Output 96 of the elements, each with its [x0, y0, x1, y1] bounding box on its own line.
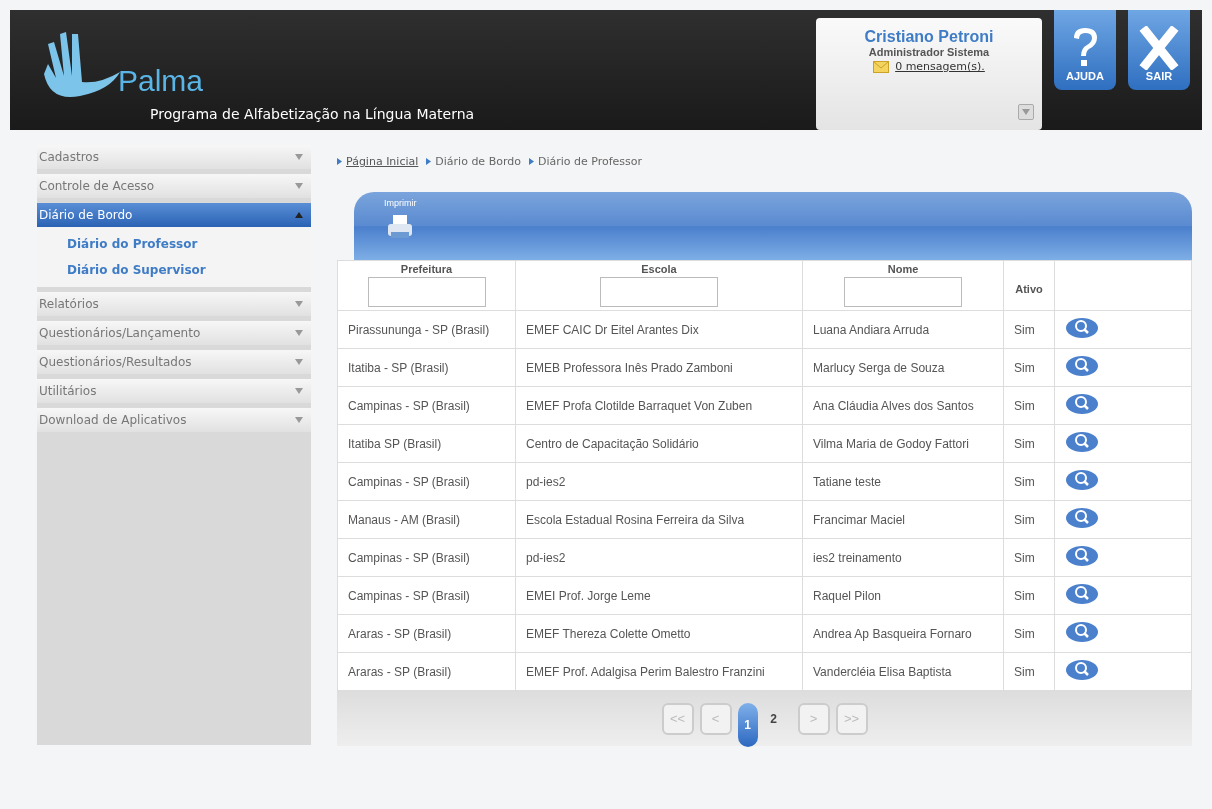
expand-arrow-icon [295, 154, 303, 160]
bullet-arrow-icon [337, 158, 342, 165]
table-cell: Sim [1003, 348, 1055, 387]
user-name: Cristiano Petroni [864, 28, 994, 46]
table-cell: EMEB Professora Inês Prado Zamboni [515, 348, 803, 387]
menu-item[interactable]: Cadastros [37, 145, 311, 169]
filter-field[interactable] [367, 277, 486, 307]
table-cell: Sim [1003, 462, 1055, 501]
search-button-icon[interactable] [1065, 507, 1099, 529]
table-cell: Campinas - SP (Brasil) [337, 386, 516, 425]
expand-arrow-icon [1022, 109, 1030, 115]
table-cell: Campinas - SP (Brasil) [337, 576, 516, 615]
search-button-icon[interactable] [1065, 317, 1099, 339]
column-header: Nome [802, 260, 1004, 311]
expand-arrow-icon [295, 388, 303, 394]
table-cell: Andrea Ap Basqueira Fornaro [802, 614, 1004, 653]
table-cell: Tatiane teste [802, 462, 1004, 501]
menu-item[interactable]: Questionários/Lançamento [37, 321, 311, 345]
printer-icon [387, 214, 414, 240]
search-button-icon[interactable] [1065, 659, 1099, 681]
breadcrumb-text: Diário de Professor [537, 155, 643, 168]
breadcrumb-link[interactable]: Página Inicial [346, 155, 419, 168]
search-button-icon[interactable] [1065, 621, 1099, 643]
submenu-item[interactable]: Diário do Supervisor [37, 257, 311, 283]
menu-item[interactable]: Controle de Acesso [37, 174, 311, 198]
table-cell: Itatiba SP (Brasil) [337, 424, 516, 463]
menu-item[interactable]: Relatórios [37, 292, 311, 316]
user-role: Administrador Sistema [868, 46, 990, 58]
table-cell: Itatiba - SP (Brasil) [337, 348, 516, 387]
expand-arrow-icon [295, 183, 303, 189]
table-cell: Vandercléia Elisa Baptista [802, 652, 1004, 691]
table-cell: Sim [1003, 576, 1055, 615]
search-button-icon[interactable] [1065, 583, 1099, 605]
bullet-arrow-icon [528, 158, 534, 165]
print-button[interactable]: Imprimir [354, 192, 417, 260]
logo-text: Palma [118, 64, 204, 98]
table-cell: ies2 treinamento [802, 538, 1004, 577]
app-subtitle: Programa de Alfabetização na Língua Materna [150, 106, 476, 122]
table-cell: Araras - SP (Brasil) [337, 614, 516, 653]
table-cell: pd-ies2 [515, 462, 803, 501]
expand-arrow-icon [295, 417, 303, 423]
filter-field[interactable] [844, 277, 962, 307]
expand-arrow-icon [295, 301, 303, 307]
table-cell: EMEF Prof. Adalgisa Perim Balestro Franzini [515, 652, 803, 691]
column-header: Escola [515, 260, 803, 311]
column-header: Ativo [1003, 260, 1055, 311]
help-button[interactable]: AJUDA [1054, 10, 1116, 90]
menu-item[interactable]: Utilitários [37, 379, 311, 403]
table-cell: EMEI Prof. Jorge Leme [515, 576, 803, 615]
table-cell: Sim [1003, 500, 1055, 539]
exit-button[interactable]: SAIR [1128, 10, 1190, 90]
table-cell: Vilma Maria de Godoy Fattori [802, 424, 1004, 463]
table-cell: Centro de Capacitação Solidário [515, 424, 803, 463]
table-cell: Francimar Maciel [802, 500, 1004, 539]
breadcrumb-text: Diário de Bordo [435, 155, 521, 168]
collapse-arrow-icon [295, 212, 303, 218]
close-icon [1139, 26, 1179, 70]
table-cell: EMEF Thereza Colette Ometto [515, 614, 803, 653]
search-button-icon[interactable] [1065, 469, 1099, 491]
filter-field[interactable] [600, 277, 718, 307]
submenu-item[interactable]: Diário do Professor [37, 231, 311, 257]
bullet-arrow-icon [426, 158, 432, 165]
dropdown-toggle[interactable] [1018, 104, 1034, 120]
table-cell: EMEF Profa Clotilde Barraquet Von Zuben [515, 386, 803, 425]
messages-link[interactable]: 0 mensagem(s). [895, 60, 985, 73]
page-button[interactable]: 1 [737, 703, 758, 747]
table-cell: Sim [1003, 310, 1055, 349]
expand-arrow-icon [295, 330, 303, 336]
table-cell: Pirassununga - SP (Brasil) [337, 310, 516, 349]
page-button[interactable]: 2 [763, 703, 784, 734]
table-cell: EMEF CAIC Dr Eitel Arantes Dix [515, 310, 803, 349]
table-cell: Campinas - SP (Brasil) [337, 462, 516, 501]
table-cell: Araras - SP (Brasil) [337, 652, 516, 691]
menu-item[interactable]: Questionários/Resultados [37, 350, 311, 374]
table-cell: Sim [1003, 424, 1055, 463]
table-cell: Manaus - AM (Brasil) [337, 500, 516, 539]
menu-item[interactable]: Diário de Bordo [37, 203, 311, 227]
table-cell: Luana Andiara Arruda [802, 310, 1004, 349]
table-cell: Raquel Pilon [802, 576, 1004, 615]
table-cell: Marlucy Serga de Souza [802, 348, 1004, 387]
table-cell: Sim [1003, 614, 1055, 653]
expand-arrow-icon [295, 359, 303, 365]
table-cell: Sim [1003, 652, 1055, 691]
table-cell: Sim [1003, 538, 1055, 577]
table-cell: pd-ies2 [515, 538, 803, 577]
table-cell: Ana Cláudia Alves dos Santos [802, 386, 1004, 425]
menu-item[interactable]: Download de Aplicativos [37, 408, 311, 432]
column-header: Prefeitura [337, 260, 516, 311]
envelope-icon [873, 60, 890, 73]
table-cell: Escola Estadual Rosina Ferreira da Silva [515, 500, 803, 539]
table-cell: Sim [1003, 386, 1055, 425]
search-button-icon[interactable] [1065, 393, 1099, 415]
search-button-icon[interactable] [1065, 431, 1099, 453]
search-button-icon[interactable] [1065, 545, 1099, 567]
search-button-icon[interactable] [1065, 355, 1099, 377]
table-cell: Campinas - SP (Brasil) [337, 538, 516, 577]
